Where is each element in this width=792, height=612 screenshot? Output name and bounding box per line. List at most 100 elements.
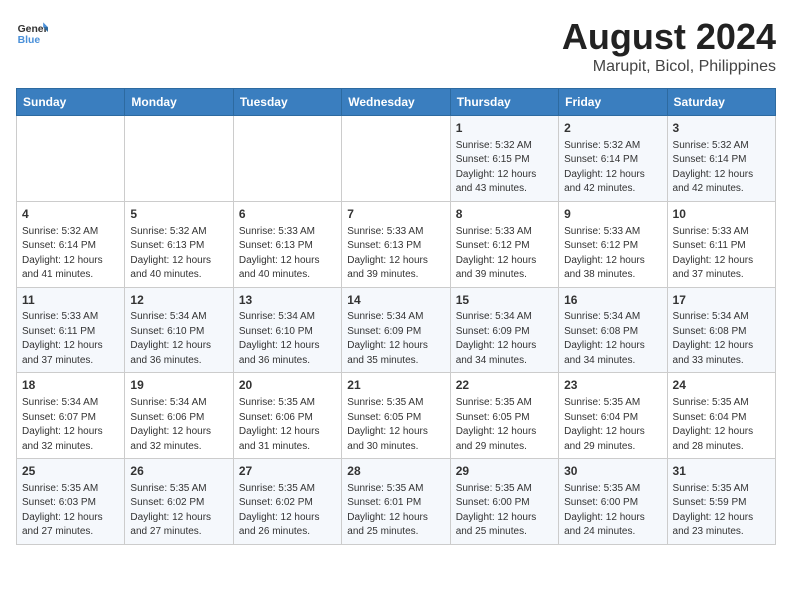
calendar-cell: 4 Sunrise: 5:32 AM Sunset: 6:14 PM Daylig… xyxy=(17,201,125,287)
day-info: Sunrise: 5:34 AM Sunset: 6:06 PM Dayligh… xyxy=(130,396,227,454)
calendar-week-1: 1 Sunrise: 5:32 AM Sunset: 6:15 PM Daylig… xyxy=(17,116,776,202)
calendar-cell: 24 Sunrise: 5:35 AM Sunset: 6:04 PM Dayli… xyxy=(667,373,775,459)
day-info: Sunrise: 5:33 AM Sunset: 6:12 PM Dayligh… xyxy=(564,225,661,283)
day-info: Sunrise: 5:35 AM Sunset: 6:05 PM Dayligh… xyxy=(347,396,444,454)
day-number: 12 xyxy=(130,292,227,309)
calendar-cell: 19 Sunrise: 5:34 AM Sunset: 6:06 PM Dayli… xyxy=(125,373,233,459)
calendar-cell: 16Sunrise: 5:34 AM Sunset: 6:08 PM Dayli… xyxy=(559,287,667,373)
calendar-cell: 18 Sunrise: 5:34 AM Sunset: 6:07 PM Dayli… xyxy=(17,373,125,459)
day-number: 24 xyxy=(673,377,770,394)
calendar-cell xyxy=(342,116,450,202)
header-sunday: Sunday xyxy=(17,89,125,116)
calendar-cell: 27 Sunrise: 5:35 AM Sunset: 6:02 PM Dayli… xyxy=(233,459,341,545)
calendar-cell: 3 Sunrise: 5:32 AM Sunset: 6:14 PM Daylig… xyxy=(667,116,775,202)
svg-text:Blue: Blue xyxy=(18,35,41,46)
day-number: 3 xyxy=(673,120,770,137)
day-info: Sunrise: 5:32 AM Sunset: 6:14 PM Dayligh… xyxy=(673,139,770,197)
calendar-cell: 22 Sunrise: 5:35 AM Sunset: 6:05 PM Dayli… xyxy=(450,373,558,459)
day-number: 23 xyxy=(564,377,661,394)
day-number: 19 xyxy=(130,377,227,394)
day-info: Sunrise: 5:33 AM Sunset: 6:13 PM Dayligh… xyxy=(347,225,444,283)
calendar-cell: 9 Sunrise: 5:33 AM Sunset: 6:12 PM Daylig… xyxy=(559,201,667,287)
day-info: Sunrise: 5:33 AM Sunset: 6:12 PM Dayligh… xyxy=(456,225,553,283)
day-number: 22 xyxy=(456,377,553,394)
day-info: Sunrise: 5:34 AM Sunset: 6:07 PM Dayligh… xyxy=(22,396,119,454)
day-info: Sunrise: 5:35 AM Sunset: 6:00 PM Dayligh… xyxy=(564,482,661,540)
calendar-title: August 2024 xyxy=(562,16,776,58)
day-info: Sunrise: 5:35 AM Sunset: 6:04 PM Dayligh… xyxy=(673,396,770,454)
day-info: Sunrise: 5:34 AM Sunset: 6:10 PM Dayligh… xyxy=(239,310,336,368)
day-number: 17 xyxy=(673,292,770,309)
day-info: Sunrise: 5:33 AM Sunset: 6:13 PM Dayligh… xyxy=(239,225,336,283)
page-header: General Blue August 2024 Marupit, Bicol,… xyxy=(16,16,776,76)
day-info: Sunrise: 5:33 AM Sunset: 6:11 PM Dayligh… xyxy=(673,225,770,283)
day-number: 31 xyxy=(673,463,770,480)
calendar-cell: 13Sunrise: 5:34 AM Sunset: 6:10 PM Dayli… xyxy=(233,287,341,373)
day-info: Sunrise: 5:35 AM Sunset: 6:02 PM Dayligh… xyxy=(130,482,227,540)
day-info: Sunrise: 5:35 AM Sunset: 6:05 PM Dayligh… xyxy=(456,396,553,454)
header-tuesday: Tuesday xyxy=(233,89,341,116)
day-number: 1 xyxy=(456,120,553,137)
day-info: Sunrise: 5:35 AM Sunset: 6:06 PM Dayligh… xyxy=(239,396,336,454)
calendar-cell: 7 Sunrise: 5:33 AM Sunset: 6:13 PM Daylig… xyxy=(342,201,450,287)
calendar-week-4: 18 Sunrise: 5:34 AM Sunset: 6:07 PM Dayli… xyxy=(17,373,776,459)
calendar-cell: 11Sunrise: 5:33 AM Sunset: 6:11 PM Dayli… xyxy=(17,287,125,373)
calendar-week-3: 11Sunrise: 5:33 AM Sunset: 6:11 PM Dayli… xyxy=(17,287,776,373)
calendar-cell: 1 Sunrise: 5:32 AM Sunset: 6:15 PM Daylig… xyxy=(450,116,558,202)
calendar-cell xyxy=(233,116,341,202)
day-number: 26 xyxy=(130,463,227,480)
day-info: Sunrise: 5:35 AM Sunset: 6:03 PM Dayligh… xyxy=(22,482,119,540)
day-info: Sunrise: 5:35 AM Sunset: 6:00 PM Dayligh… xyxy=(456,482,553,540)
day-number: 4 xyxy=(22,206,119,223)
logo-icon: General Blue xyxy=(16,16,48,48)
day-number: 5 xyxy=(130,206,227,223)
header-wednesday: Wednesday xyxy=(342,89,450,116)
day-number: 28 xyxy=(347,463,444,480)
calendar-cell: 23Sunrise: 5:35 AM Sunset: 6:04 PM Dayli… xyxy=(559,373,667,459)
title-block: August 2024 Marupit, Bicol, Philippines xyxy=(562,16,776,76)
day-info: Sunrise: 5:34 AM Sunset: 6:09 PM Dayligh… xyxy=(456,310,553,368)
day-number: 2 xyxy=(564,120,661,137)
logo: General Blue xyxy=(16,16,48,48)
day-number: 29 xyxy=(456,463,553,480)
day-info: Sunrise: 5:32 AM Sunset: 6:14 PM Dayligh… xyxy=(22,225,119,283)
day-number: 8 xyxy=(456,206,553,223)
calendar-subtitle: Marupit, Bicol, Philippines xyxy=(562,58,776,76)
day-number: 9 xyxy=(564,206,661,223)
calendar-cell: 12Sunrise: 5:34 AM Sunset: 6:10 PM Dayli… xyxy=(125,287,233,373)
day-number: 16 xyxy=(564,292,661,309)
day-number: 11 xyxy=(22,292,119,309)
day-info: Sunrise: 5:35 AM Sunset: 6:02 PM Dayligh… xyxy=(239,482,336,540)
day-number: 7 xyxy=(347,206,444,223)
day-number: 10 xyxy=(673,206,770,223)
day-number: 15 xyxy=(456,292,553,309)
calendar-cell: 17Sunrise: 5:34 AM Sunset: 6:08 PM Dayli… xyxy=(667,287,775,373)
day-number: 25 xyxy=(22,463,119,480)
calendar-cell: 6 Sunrise: 5:33 AM Sunset: 6:13 PM Daylig… xyxy=(233,201,341,287)
calendar-week-2: 4 Sunrise: 5:32 AM Sunset: 6:14 PM Daylig… xyxy=(17,201,776,287)
calendar-cell: 29 Sunrise: 5:35 AM Sunset: 6:00 PM Dayli… xyxy=(450,459,558,545)
day-info: Sunrise: 5:32 AM Sunset: 6:15 PM Dayligh… xyxy=(456,139,553,197)
day-number: 13 xyxy=(239,292,336,309)
day-number: 27 xyxy=(239,463,336,480)
calendar-cell xyxy=(17,116,125,202)
day-number: 21 xyxy=(347,377,444,394)
calendar-cell: 30 Sunrise: 5:35 AM Sunset: 6:00 PM Dayli… xyxy=(559,459,667,545)
day-info: Sunrise: 5:35 AM Sunset: 5:59 PM Dayligh… xyxy=(673,482,770,540)
day-number: 6 xyxy=(239,206,336,223)
day-number: 18 xyxy=(22,377,119,394)
day-info: Sunrise: 5:32 AM Sunset: 6:13 PM Dayligh… xyxy=(130,225,227,283)
day-info: Sunrise: 5:32 AM Sunset: 6:14 PM Dayligh… xyxy=(564,139,661,197)
calendar-cell: 5 Sunrise: 5:32 AM Sunset: 6:13 PM Daylig… xyxy=(125,201,233,287)
header-saturday: Saturday xyxy=(667,89,775,116)
calendar-cell xyxy=(125,116,233,202)
calendar-cell: 31 Sunrise: 5:35 AM Sunset: 5:59 PM Dayli… xyxy=(667,459,775,545)
calendar-week-5: 25 Sunrise: 5:35 AM Sunset: 6:03 PM Dayli… xyxy=(17,459,776,545)
day-info: Sunrise: 5:35 AM Sunset: 6:01 PM Dayligh… xyxy=(347,482,444,540)
calendar-cell: 28 Sunrise: 5:35 AM Sunset: 6:01 PM Dayli… xyxy=(342,459,450,545)
calendar-cell: 14Sunrise: 5:34 AM Sunset: 6:09 PM Dayli… xyxy=(342,287,450,373)
day-info: Sunrise: 5:33 AM Sunset: 6:11 PM Dayligh… xyxy=(22,310,119,368)
calendar-cell: 26 Sunrise: 5:35 AM Sunset: 6:02 PM Dayli… xyxy=(125,459,233,545)
day-info: Sunrise: 5:34 AM Sunset: 6:10 PM Dayligh… xyxy=(130,310,227,368)
day-number: 30 xyxy=(564,463,661,480)
